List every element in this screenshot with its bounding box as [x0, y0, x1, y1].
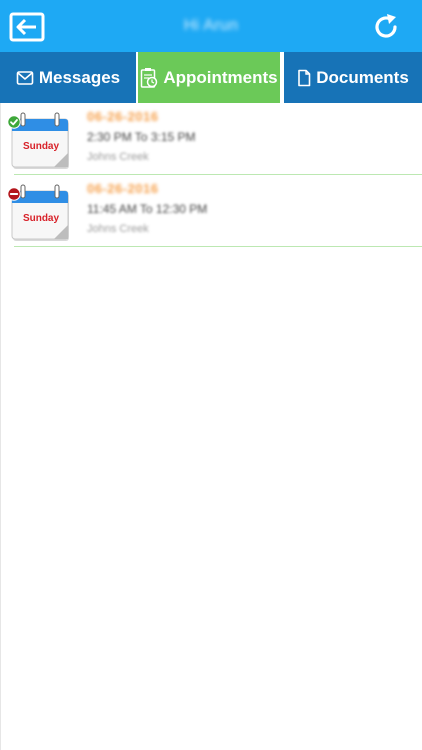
document-icon — [298, 69, 311, 86]
calendar-weekday: Sunday — [22, 213, 60, 224]
appointment-date: 06-26-2016 — [87, 109, 159, 124]
tab-messages[interactable]: Messages — [0, 52, 136, 103]
minus-circle-icon — [7, 187, 21, 201]
appointment-time: 2:30 PM To 3:15 PM — [87, 130, 196, 144]
check-circle-icon — [7, 115, 21, 129]
tab-appointments-label: Appointments — [163, 67, 278, 87]
appointment-location: Johns Creek — [87, 223, 149, 235]
tab-documents-label: Documents — [316, 67, 409, 87]
calendar-weekday: Sunday — [22, 141, 60, 152]
envelope-icon — [16, 70, 34, 85]
top-bar: Hi Arun — [0, 0, 422, 52]
tab-bar: Messages Appointments Documents — [0, 52, 422, 103]
appointment-time: 11:45 AM To 12:30 PM — [87, 202, 208, 216]
appointment-row[interactable]: Sunday 06-26-2016 11:45 AM To 12:30 PM J… — [0, 175, 422, 247]
tab-messages-label: Messages — [38, 67, 121, 87]
tab-appointments[interactable]: Appointments — [138, 52, 280, 103]
greeting-title: Hi Arun — [183, 17, 239, 34]
tab-documents[interactable]: Documents — [284, 52, 422, 103]
clipboard-clock-icon — [141, 67, 158, 88]
row-divider — [14, 246, 422, 247]
refresh-icon[interactable] — [371, 12, 401, 42]
appointment-date: 06-26-2016 — [87, 181, 159, 196]
appointment-row[interactable]: Sunday 06-26-2016 2:30 PM To 3:15 PM Joh… — [0, 103, 422, 175]
appointment-location: Johns Creek — [87, 151, 149, 163]
